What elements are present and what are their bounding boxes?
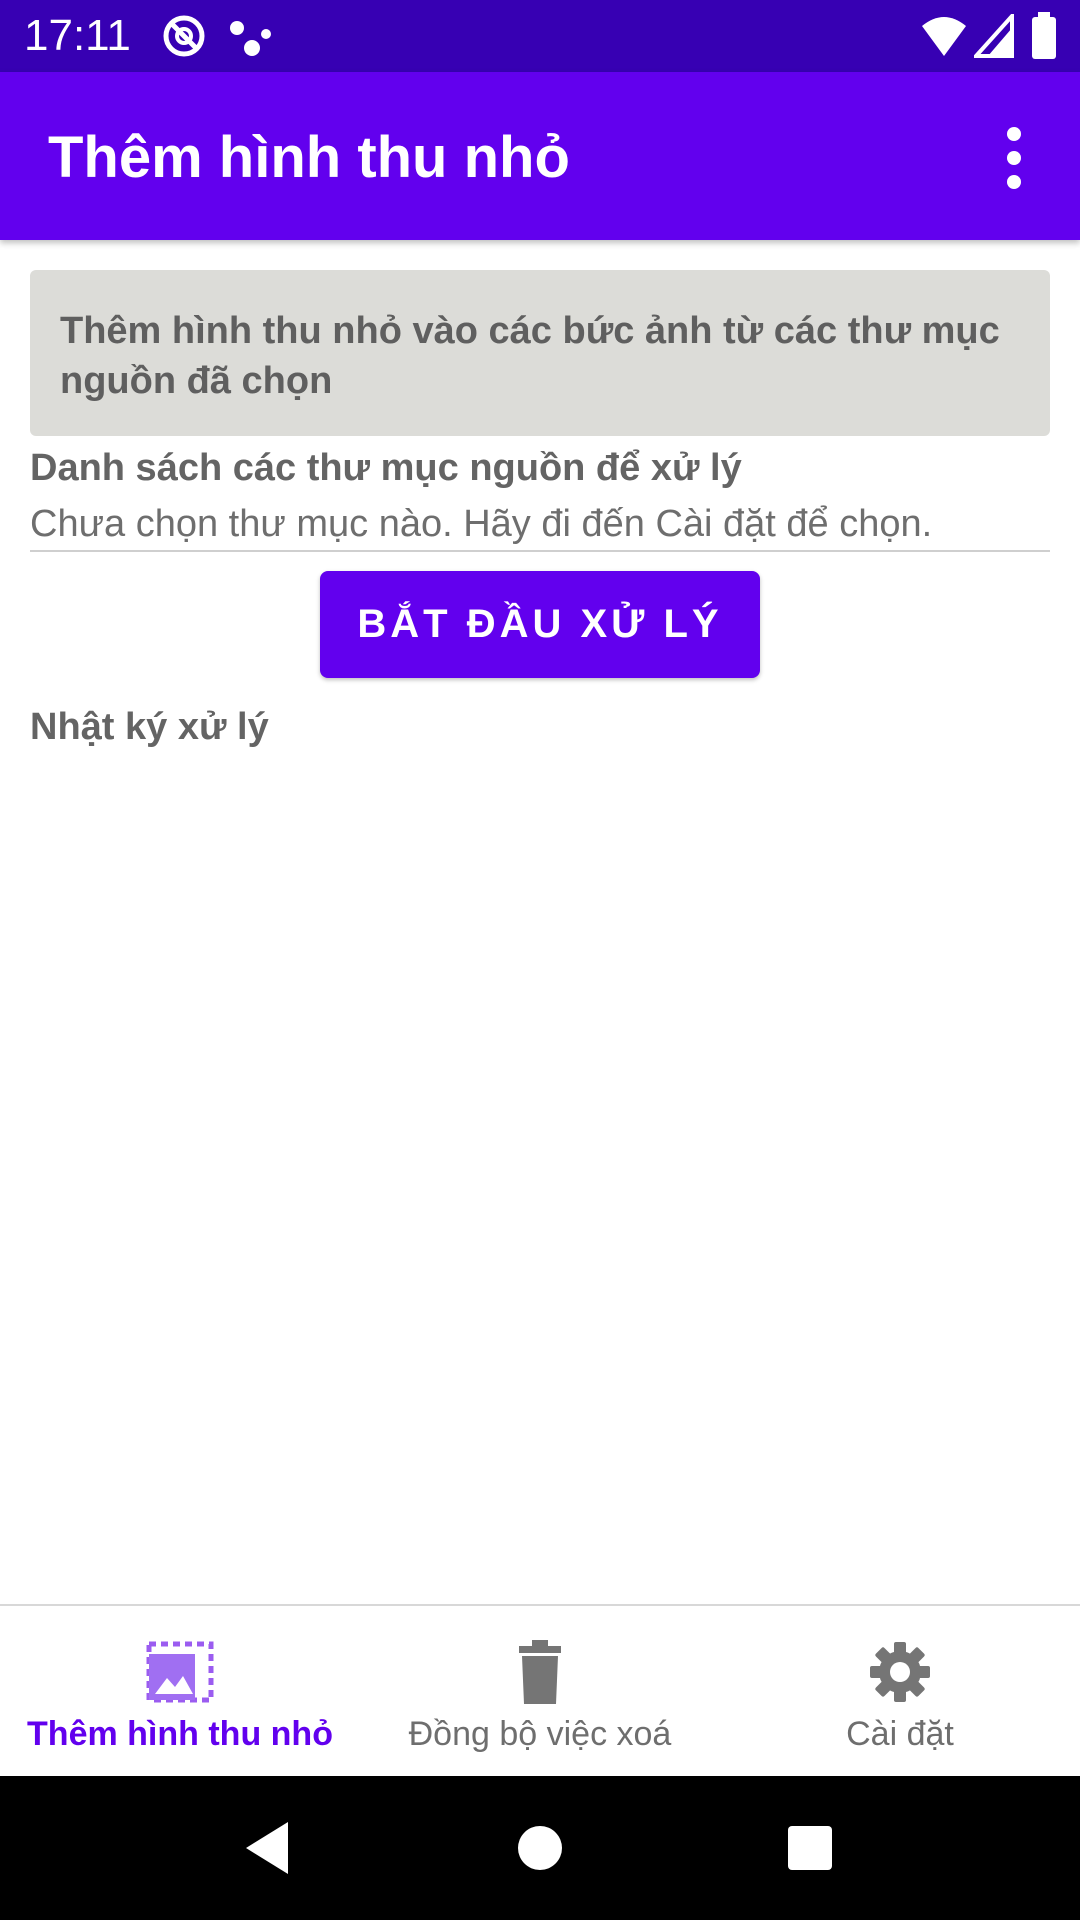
wifi-icon: [922, 17, 966, 56]
more-vert-icon: [1007, 127, 1021, 189]
nav-item-sync-delete[interactable]: Đồng bộ việc xoá: [360, 1606, 720, 1776]
recents-button[interactable]: [750, 1776, 870, 1920]
back-button[interactable]: [208, 1776, 328, 1920]
source-folders-title: Danh sách các thư mục nguồn để xử lý: [30, 447, 742, 489]
home-icon: [518, 1826, 562, 1870]
nav-label: Thêm hình thu nhỏ: [27, 1715, 333, 1753]
description-text: Thêm hình thu nhỏ vào các bức ảnh từ các…: [60, 310, 1000, 402]
nav-item-add-thumbnails[interactable]: Thêm hình thu nhỏ: [0, 1606, 360, 1776]
app-bar: Thêm hình thu nhỏ: [0, 72, 1080, 240]
start-processing-button[interactable]: BẮT ĐẦU XỬ LÝ: [320, 571, 760, 678]
nav-label: Cài đặt: [846, 1715, 954, 1753]
thumbnail-image-icon: [146, 1641, 214, 1703]
dots-icon: [230, 21, 271, 56]
status-bar: 17:11: [0, 0, 1080, 72]
settings-gear-icon: [870, 1642, 930, 1702]
app-title: Thêm hình thu nhỏ: [48, 125, 570, 190]
status-time: 17:11: [24, 11, 131, 60]
bottom-navigation: Thêm hình thu nhỏ Đồng bộ việc xoá Cài đ…: [0, 1604, 1080, 1776]
nav-label: Đồng bộ việc xoá: [408, 1715, 672, 1753]
description-card: Thêm hình thu nhỏ vào các bức ảnh từ các…: [30, 270, 1050, 436]
source-folders-status: Chưa chọn thư mục nào. Hãy đi đến Cài đặ…: [30, 503, 933, 545]
signal-icon: [974, 14, 1014, 58]
home-button[interactable]: [480, 1776, 600, 1920]
vpn-icon: [163, 15, 205, 57]
battery-icon: [1032, 12, 1056, 59]
trash-icon: [519, 1640, 561, 1704]
system-navigation-bar: [0, 1776, 1080, 1920]
source-folders-field: Chưa chọn thư mục nào. Hãy đi đến Cài đặ…: [30, 496, 1050, 552]
overflow-menu-button[interactable]: [978, 116, 1050, 200]
recents-icon: [788, 1826, 832, 1870]
processing-log-title: Nhật ký xử lý: [30, 706, 269, 748]
back-icon: [246, 1822, 288, 1874]
nav-item-settings[interactable]: Cài đặt: [720, 1606, 1080, 1776]
